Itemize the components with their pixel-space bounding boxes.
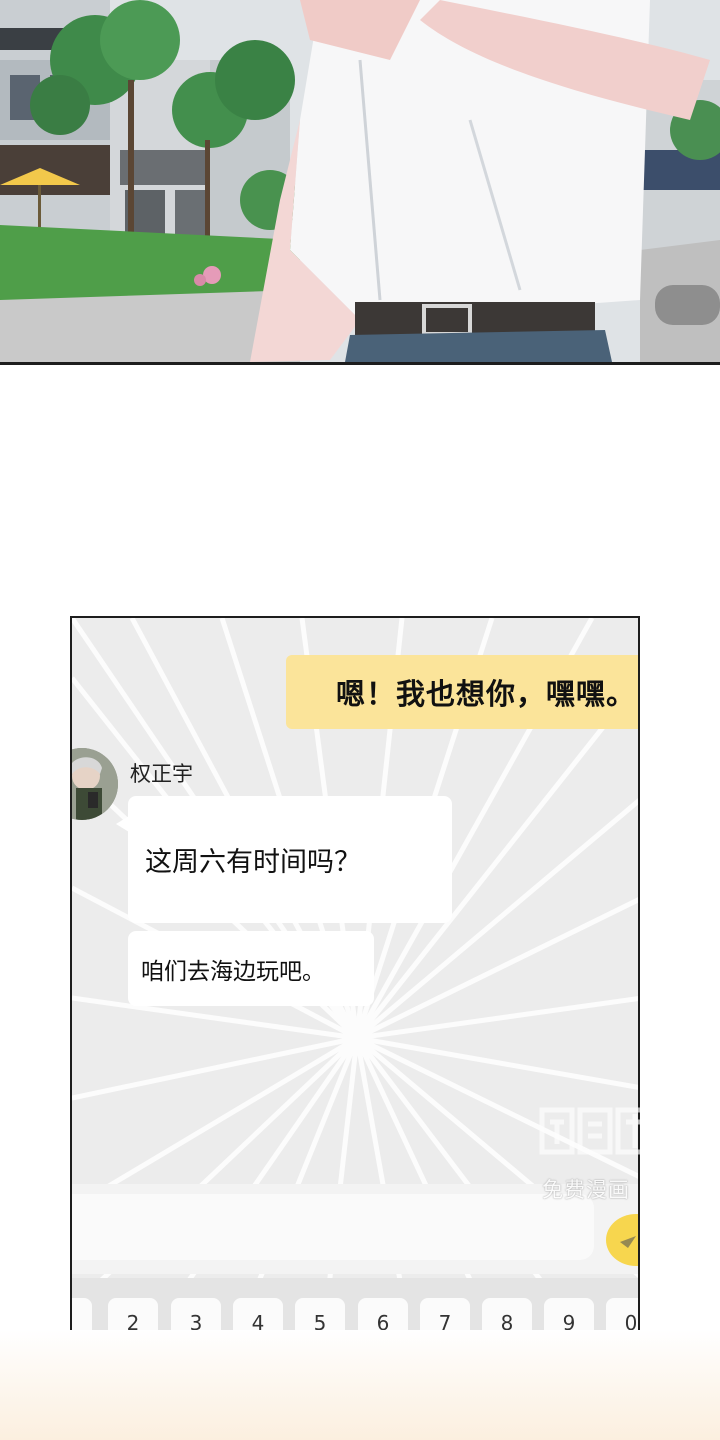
phone-chat-panel: 嗯！我也想你，嘿嘿。 权正宇 这周六有时间吗？ 咱们去海边玩吧。 2 3 4 5… xyxy=(70,616,640,1346)
send-icon xyxy=(620,1236,636,1248)
sent-message-bubble: 嗯！我也想你，嘿嘿。 xyxy=(286,655,638,729)
received-message-text: 这周六有时间吗？ xyxy=(145,847,361,878)
watermark-logo xyxy=(539,1107,655,1155)
street-scene-illustration xyxy=(0,0,720,362)
illustration-panel-top xyxy=(0,0,720,365)
received-message-text: 咱们去海边玩吧。 xyxy=(141,958,325,985)
bottom-gradient xyxy=(0,1330,720,1440)
watermark-text: 免费漫画 xyxy=(542,1178,630,1202)
received-message-bubble: 这周六有时间吗？ xyxy=(128,796,452,923)
sender-name: 权正宇 xyxy=(130,762,193,786)
send-button[interactable] xyxy=(606,1214,638,1266)
received-message-bubble: 咱们去海边玩吧。 xyxy=(128,931,374,1006)
message-input[interactable] xyxy=(72,1194,594,1260)
sent-message-text: 嗯！我也想你，嘿嘿。 xyxy=(335,677,636,711)
watermark: 免费漫画 xyxy=(538,1104,660,1202)
